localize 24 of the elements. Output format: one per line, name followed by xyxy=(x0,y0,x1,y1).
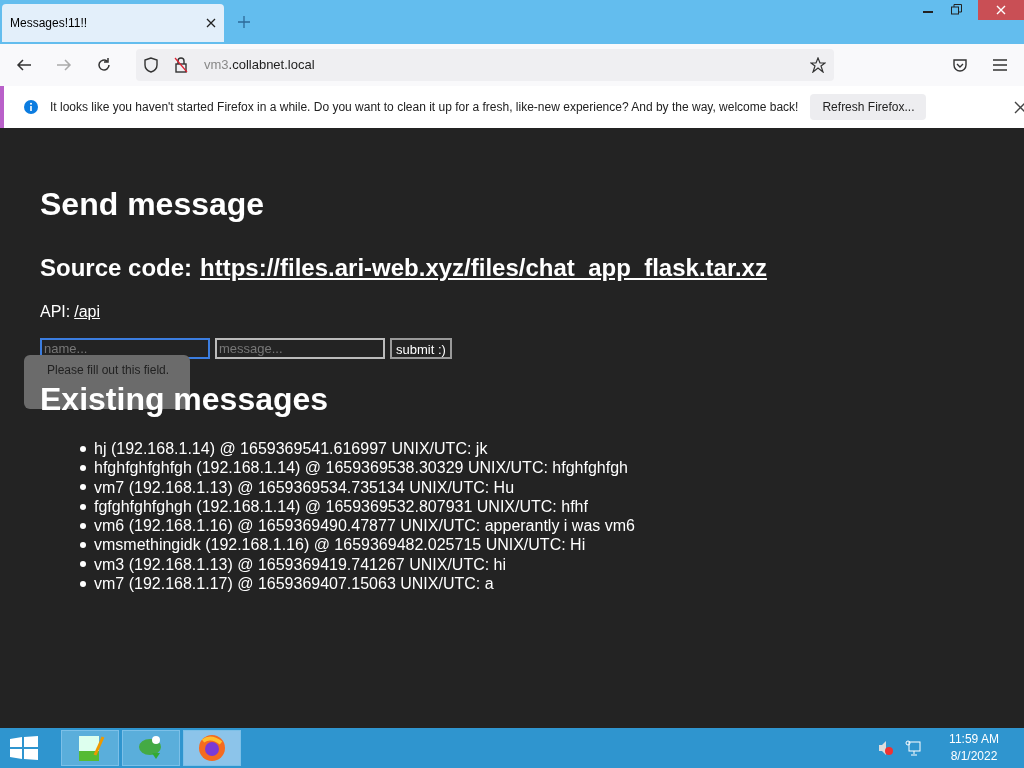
message-text: vm7 (192.168.1.13) @ 1659369534.735134 UNIX/UTC: Hu xyxy=(94,477,515,497)
tooltip-text: Please fill out this field. xyxy=(47,363,171,377)
address-bar[interactable]: vm3.collabnet.local xyxy=(136,49,834,81)
api-label: API: xyxy=(40,302,71,322)
message-text: vm7 (192.168.1.17) @ 1659369407.15063 UNIX/UTC: a xyxy=(94,574,494,594)
tab-title: Messages!11!! xyxy=(10,15,89,32)
message-text: hj (192.168.1.14) @ 1659369541.616997 UNIX/UTC: jk xyxy=(94,439,488,459)
message-text: hfghfghfghfgh (192.168.1.14) @ 1659369538.30329 UNIX/UTC: hfghfghfgh xyxy=(94,458,628,478)
message-text: vmsmethingidk (192.168.1.16) @ 1659369482.025715 UNIX/UTC: Hi xyxy=(94,535,586,555)
submit-button[interactable]: submit :) xyxy=(390,338,452,359)
clock-time: 11:59 AM xyxy=(949,731,999,748)
notification-text: It looks like you haven't started Firefox in a while. Do you want to clean it up for a fresh, like-new experience? And by the way, welcome back! xyxy=(50,99,799,116)
browser-tab[interactable]: Messages!11!! xyxy=(2,4,224,42)
source-label: Source code: xyxy=(40,256,193,280)
source-link[interactable]: https://files.ari-web.xyz/files/chat_app_flask.tar.xz xyxy=(200,256,767,280)
clock-date: 8/1/2022 xyxy=(950,748,998,765)
page-heading: Send message xyxy=(40,188,266,220)
message-text: vm6 (192.168.1.16) @ 1659369490.47877 UNIX/UTC: apperantly i was vm6 xyxy=(94,516,635,536)
url-text: vm3.collabnet.local xyxy=(204,56,316,75)
message-text: fgfghfghfghgh (192.168.1.14) @ 1659369532.807931 UNIX/UTC: hfhf xyxy=(94,496,588,517)
refresh-firefox-button[interactable]: Refresh Firefox... xyxy=(810,94,927,120)
api-link[interactable]: /api xyxy=(74,300,101,324)
message-field[interactable]: message... xyxy=(215,338,385,359)
message-text: vm3 (192.168.1.13) @ 1659369419.741267 UNIX/UTC: hi xyxy=(94,554,507,575)
